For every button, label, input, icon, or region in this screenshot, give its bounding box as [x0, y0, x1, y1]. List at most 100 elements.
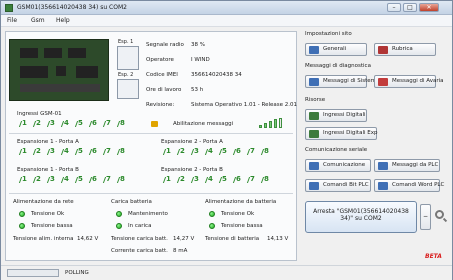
revision-value: Sistema Operativo 1.01 - Release 2.01 — [191, 102, 298, 108]
input-indicator: 1 — [159, 147, 175, 157]
batt-ok-led — [209, 211, 215, 217]
input-indicator: 8 — [257, 147, 273, 157]
input-indicator: 1 — [15, 147, 31, 157]
input-indicator: 4 — [201, 147, 217, 157]
input-indicator: 4 — [57, 119, 73, 129]
enable-messages-label: Abilitazione messaggi — [173, 121, 234, 127]
input-indicator: 5 — [215, 175, 231, 185]
title-bar: GSM01(356614020438 34) su COM2 – □ ✕ — [1, 1, 452, 15]
input-indicator: 3 — [43, 147, 59, 157]
charge-voltage-label: Tensione carica batt. — [111, 236, 168, 242]
settings-icon — [309, 46, 319, 54]
system-messages-button[interactable]: Messaggi di Sistema — [305, 75, 379, 88]
input-indicator: 7 — [99, 119, 115, 129]
digital-inputs-exp-button[interactable]: Ingressi Digitali Exp — [305, 127, 377, 140]
divider — [9, 133, 293, 134]
input-indicator: 6 — [229, 175, 245, 185]
input-indicator: 4 — [57, 175, 73, 185]
input-indicator: 5 — [71, 175, 87, 185]
input-indicator: 7 — [99, 147, 115, 157]
net-low-label: Tensione bassa — [31, 223, 73, 229]
minimize-button[interactable]: – — [387, 3, 401, 12]
gsm-inputs-row: 1 2 3 4 5 6 7 8 — [15, 119, 129, 129]
exp2-porta-a-title: Espansione 2 - Porta A — [161, 139, 223, 145]
menu-gsm[interactable]: Gsm — [31, 17, 45, 24]
exp1-porta-a-row: 1 2 3 4 5 6 7 8 — [15, 147, 129, 157]
input-indicator: 8 — [257, 175, 273, 185]
net-ok-label: Tensione Ok — [31, 211, 65, 217]
fault-messages-button[interactable]: Messaggi di Avaria — [374, 75, 443, 88]
input-indicator: 6 — [85, 147, 101, 157]
digital-inputs-button[interactable]: Ingressi Digitali — [305, 109, 367, 122]
input-icon — [309, 112, 319, 120]
input-indicator: 2 — [173, 147, 189, 157]
main-window: GSM01(356614020438 34) su COM2 – □ ✕ Fil… — [0, 0, 453, 280]
imei-value: 356614020438 34 — [191, 72, 242, 78]
input-indicator: 5 — [71, 119, 87, 129]
net-low-led — [19, 223, 25, 229]
input-indicator: 3 — [43, 119, 59, 129]
charge-voltage-value: 14,27 V — [173, 236, 195, 242]
net-power-title: Alimentazione da rete — [13, 199, 74, 205]
diagnostic-title: Messaggi di diagnostica — [305, 63, 371, 69]
status-text: POLLING — [65, 270, 89, 276]
exp1-porta-b-title: Espansione 1 - Porta B — [17, 167, 79, 173]
plc-bit-commands-button[interactable]: Comandi Bit PLC — [305, 179, 371, 192]
hours-value: 53 h — [191, 87, 204, 93]
plc-word-icon — [378, 182, 388, 190]
input-indicator: 6 — [85, 175, 101, 185]
progress-bar — [7, 269, 59, 277]
divider — [9, 193, 293, 194]
batt-voltage-label: Tensione di batteria — [205, 236, 260, 242]
search-icon[interactable] — [435, 210, 444, 219]
signal-strength-icon — [259, 118, 289, 128]
exp2-porta-b-title: Espansione 2 - Porta B — [161, 167, 223, 173]
battery-title: Alimentazione da batteria — [205, 199, 277, 205]
rubrica-button[interactable]: Rubrica — [374, 43, 436, 56]
charge-title: Carica batteria — [111, 199, 152, 205]
input-indicator: 2 — [29, 147, 45, 157]
app-icon — [5, 4, 13, 12]
inputs-title: Ingressi GSM-01 — [17, 111, 62, 117]
exp2-porta-b-row: 1 2 3 4 5 6 7 8 — [159, 175, 273, 185]
stop-connection-button[interactable]: Arresta "GSM01(356614020438 34)" su COM2 — [305, 201, 417, 233]
charge-maint-label: Mantenimento — [128, 211, 168, 217]
message-icon — [309, 78, 319, 86]
net-int-voltage-label: Tensione alim. interna — [13, 236, 74, 242]
input-indicator: 1 — [15, 119, 31, 129]
revision-label: Revisione: — [146, 102, 175, 108]
net-ok-led — [19, 211, 25, 217]
batt-voltage-value: 14,13 V — [267, 236, 289, 242]
input-indicator: 1 — [159, 175, 175, 185]
input-indicator: 6 — [229, 147, 245, 157]
plc-messages-button[interactable]: Messaggi da PLC — [374, 159, 440, 172]
maximize-button[interactable]: □ — [403, 3, 417, 12]
input-indicator: 7 — [243, 147, 259, 157]
operator-label: Operatore — [146, 57, 174, 63]
generali-button[interactable]: Generali — [305, 43, 367, 56]
input-indicator: 3 — [43, 175, 59, 185]
input-indicator: 5 — [71, 147, 87, 157]
menu-help[interactable]: Help — [56, 17, 70, 24]
resources-title: Risorse — [305, 97, 326, 103]
input-indicator: 1 — [15, 175, 31, 185]
esp2-label: Esp. 2 — [118, 72, 134, 78]
esp1-label: Esp. 1 — [118, 39, 134, 45]
serial-comm-title: Comunicazione seriale — [305, 147, 368, 153]
close-button[interactable]: ✕ — [419, 3, 439, 12]
small-control-button[interactable]: − — [420, 204, 431, 230]
batt-low-led — [209, 223, 215, 229]
charge-in-label: In carica — [128, 223, 152, 229]
communication-button[interactable]: Comunicazione — [305, 159, 371, 172]
plc-word-commands-button[interactable]: Comandi Word PLC — [374, 179, 444, 192]
input-indicator: 8 — [113, 119, 129, 129]
exp2-porta-a-row: 1 2 3 4 5 6 7 8 — [159, 147, 273, 157]
charge-in-led — [116, 223, 122, 229]
status-bar: POLLING — [1, 265, 452, 280]
menu-file[interactable]: File — [7, 17, 17, 24]
esp2-box — [117, 79, 139, 99]
charge-current-label: Corrente carica batt. — [111, 248, 168, 254]
esp1-box — [117, 46, 139, 70]
warning-icon — [151, 121, 158, 127]
signal-label: Segnale radio — [146, 42, 184, 48]
